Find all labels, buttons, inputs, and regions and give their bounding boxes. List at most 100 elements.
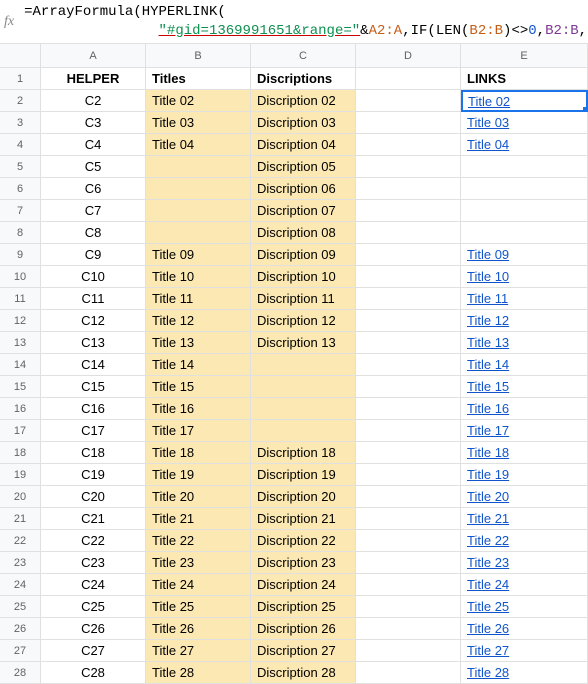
row-header-25[interactable]: 25 — [0, 596, 41, 618]
cell-E8[interactable] — [461, 222, 588, 244]
cell-D5[interactable] — [356, 156, 461, 178]
cell-E23[interactable]: Title 23 — [461, 552, 588, 574]
hyperlink[interactable]: Title 23 — [467, 555, 509, 570]
cell-E22[interactable]: Title 22 — [461, 530, 588, 552]
cell-D10[interactable] — [356, 266, 461, 288]
cell-B20[interactable]: Title 20 — [146, 486, 251, 508]
cell-B2[interactable]: Title 02 — [146, 90, 251, 112]
cell-A21[interactable]: C21 — [41, 508, 146, 530]
cell-B26[interactable]: Title 26 — [146, 618, 251, 640]
hyperlink[interactable]: Title 10 — [467, 269, 509, 284]
row-header-17[interactable]: 17 — [0, 420, 41, 442]
hyperlink[interactable]: Title 14 — [467, 357, 509, 372]
row-header-28[interactable]: 28 — [0, 662, 41, 684]
cell-E4[interactable]: Title 04 — [461, 134, 588, 156]
cell-D23[interactable] — [356, 552, 461, 574]
cell-B22[interactable]: Title 22 — [146, 530, 251, 552]
cell-E27[interactable]: Title 27 — [461, 640, 588, 662]
cell-C5[interactable]: Discription 05 — [251, 156, 356, 178]
cell-E25[interactable]: Title 25 — [461, 596, 588, 618]
header-cell-B[interactable]: Titles — [146, 68, 251, 90]
hyperlink[interactable]: Title 17 — [467, 423, 509, 438]
cell-B16[interactable]: Title 16 — [146, 398, 251, 420]
cell-C18[interactable]: Discription 18 — [251, 442, 356, 464]
header-cell-C[interactable]: Discriptions — [251, 68, 356, 90]
hyperlink[interactable]: Title 19 — [467, 467, 509, 482]
cell-E28[interactable]: Title 28 — [461, 662, 588, 684]
row-header-13[interactable]: 13 — [0, 332, 41, 354]
cell-C7[interactable]: Discription 07 — [251, 200, 356, 222]
cell-E14[interactable]: Title 14 — [461, 354, 588, 376]
row-header-22[interactable]: 22 — [0, 530, 41, 552]
cell-D16[interactable] — [356, 398, 461, 420]
header-cell-A[interactable]: HELPER — [41, 68, 146, 90]
cell-A23[interactable]: C23 — [41, 552, 146, 574]
row-header-1[interactable]: 1 — [0, 68, 41, 90]
cell-C20[interactable]: Discription 20 — [251, 486, 356, 508]
row-header-21[interactable]: 21 — [0, 508, 41, 530]
cell-D21[interactable] — [356, 508, 461, 530]
spreadsheet-grid[interactable]: ABCDE1HELPERTitlesDiscriptionsLINKS2C2Ti… — [0, 44, 588, 684]
cell-E18[interactable]: Title 18 — [461, 442, 588, 464]
cell-E9[interactable]: Title 09 — [461, 244, 588, 266]
cell-B14[interactable]: Title 14 — [146, 354, 251, 376]
cell-E26[interactable]: Title 26 — [461, 618, 588, 640]
cell-D8[interactable] — [356, 222, 461, 244]
cell-D20[interactable] — [356, 486, 461, 508]
row-header-8[interactable]: 8 — [0, 222, 41, 244]
cell-E20[interactable]: Title 20 — [461, 486, 588, 508]
cell-A16[interactable]: C16 — [41, 398, 146, 420]
hyperlink[interactable]: Title 09 — [467, 247, 509, 262]
cell-B3[interactable]: Title 03 — [146, 112, 251, 134]
header-cell-D[interactable] — [356, 68, 461, 90]
cell-D6[interactable] — [356, 178, 461, 200]
row-header-23[interactable]: 23 — [0, 552, 41, 574]
row-header-16[interactable]: 16 — [0, 398, 41, 420]
cell-A19[interactable]: C19 — [41, 464, 146, 486]
cell-B11[interactable]: Title 11 — [146, 288, 251, 310]
cell-B12[interactable]: Title 12 — [146, 310, 251, 332]
cell-E16[interactable]: Title 16 — [461, 398, 588, 420]
cell-A28[interactable]: C28 — [41, 662, 146, 684]
cell-E2[interactable]: Title 02 — [461, 90, 588, 112]
row-header-3[interactable]: 3 — [0, 112, 41, 134]
cell-E11[interactable]: Title 11 — [461, 288, 588, 310]
cell-A4[interactable]: C4 — [41, 134, 146, 156]
cell-D27[interactable] — [356, 640, 461, 662]
cell-C8[interactable]: Discription 08 — [251, 222, 356, 244]
cell-B17[interactable]: Title 17 — [146, 420, 251, 442]
cell-C12[interactable]: Discription 12 — [251, 310, 356, 332]
hyperlink[interactable]: Title 27 — [467, 643, 509, 658]
cell-A3[interactable]: C3 — [41, 112, 146, 134]
col-header-C[interactable]: C — [251, 44, 356, 68]
row-header-2[interactable]: 2 — [0, 90, 41, 112]
cell-A7[interactable]: C7 — [41, 200, 146, 222]
formula-input[interactable]: =ArrayFormula(HYPERLINK( "#gid=136999165… — [20, 3, 588, 39]
col-header-B[interactable]: B — [146, 44, 251, 68]
cell-A13[interactable]: C13 — [41, 332, 146, 354]
hyperlink[interactable]: Title 25 — [467, 599, 509, 614]
cell-B15[interactable]: Title 15 — [146, 376, 251, 398]
cell-E7[interactable] — [461, 200, 588, 222]
cell-E24[interactable]: Title 24 — [461, 574, 588, 596]
cell-D3[interactable] — [356, 112, 461, 134]
col-header-A[interactable]: A — [41, 44, 146, 68]
cell-E3[interactable]: Title 03 — [461, 112, 588, 134]
cell-B10[interactable]: Title 10 — [146, 266, 251, 288]
cell-A14[interactable]: C14 — [41, 354, 146, 376]
cell-A2[interactable]: C2 — [41, 90, 146, 112]
cell-B5[interactable] — [146, 156, 251, 178]
cell-D25[interactable] — [356, 596, 461, 618]
cell-C17[interactable] — [251, 420, 356, 442]
cell-B6[interactable] — [146, 178, 251, 200]
row-header-20[interactable]: 20 — [0, 486, 41, 508]
row-header-9[interactable]: 9 — [0, 244, 41, 266]
hyperlink[interactable]: Title 18 — [467, 445, 509, 460]
cell-C26[interactable]: Discription 26 — [251, 618, 356, 640]
hyperlink[interactable]: Title 26 — [467, 621, 509, 636]
cell-B18[interactable]: Title 18 — [146, 442, 251, 464]
cell-B9[interactable]: Title 09 — [146, 244, 251, 266]
cell-B4[interactable]: Title 04 — [146, 134, 251, 156]
cell-D14[interactable] — [356, 354, 461, 376]
row-header-11[interactable]: 11 — [0, 288, 41, 310]
